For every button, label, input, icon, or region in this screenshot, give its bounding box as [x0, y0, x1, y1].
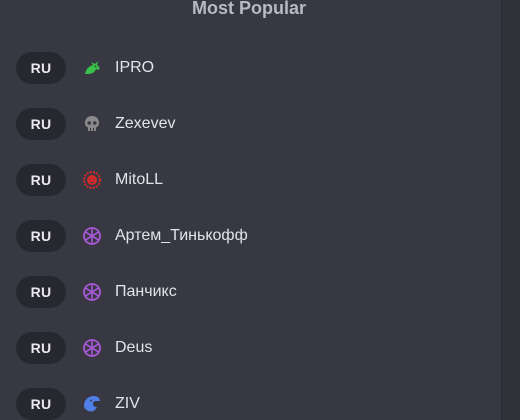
player-name: Панчикс [115, 283, 177, 300]
rune-wheel-icon [82, 338, 102, 358]
region-badge: RU [16, 164, 66, 196]
scrollbar[interactable] [501, 0, 520, 420]
player-list: RU IPRO RU Zexevev RU MitoLL RU Артем_Ти… [0, 40, 502, 420]
demon-mask-icon [82, 170, 102, 190]
player-name: ZIV [115, 395, 140, 412]
dragon-icon [82, 58, 102, 78]
list-item[interactable]: RU Артем_Тинькофф [0, 208, 502, 264]
list-item[interactable]: RU ZIV [0, 376, 502, 420]
region-badge: RU [16, 388, 66, 420]
most-popular-panel: Most Popular RU IPRO RU Zexevev RU MitoL… [0, 0, 502, 420]
eagle-icon [82, 394, 102, 414]
list-item[interactable]: RU MitoLL [0, 152, 502, 208]
list-item[interactable]: RU Deus [0, 320, 502, 376]
section-title: Most Popular [191, 0, 306, 18]
list-item[interactable]: RU IPRO [0, 40, 502, 96]
player-name: MitoLL [115, 171, 164, 188]
rune-wheel-icon [82, 282, 102, 302]
region-badge: RU [16, 108, 66, 140]
player-name: Артем_Тинькофф [115, 227, 248, 244]
list-item[interactable]: RU Панчикс [0, 264, 502, 320]
skull-icon [82, 114, 102, 134]
player-name: IPRO [115, 59, 155, 76]
region-badge: RU [16, 332, 66, 364]
list-item[interactable]: RU Zexevev [0, 96, 502, 152]
player-name: Deus [115, 339, 153, 356]
region-badge: RU [16, 276, 66, 308]
rune-wheel-icon [82, 226, 102, 246]
region-badge: RU [16, 220, 66, 252]
region-badge: RU [16, 52, 66, 84]
player-name: Zexevev [115, 115, 176, 132]
